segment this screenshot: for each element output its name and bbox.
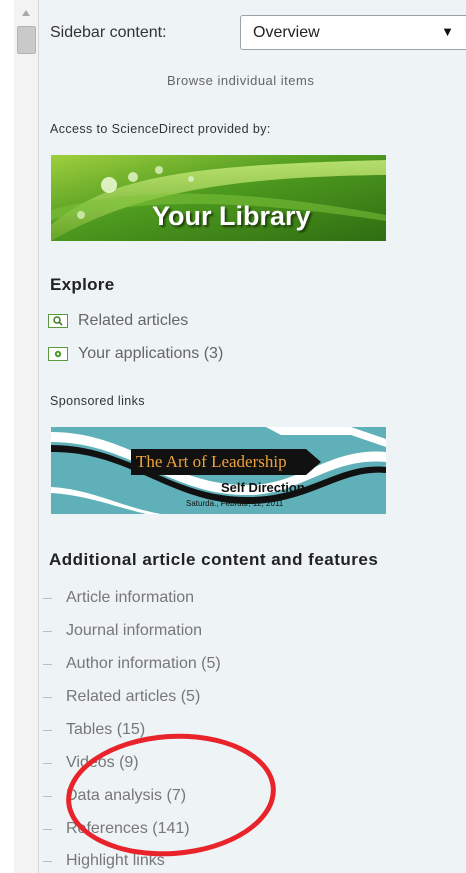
scroll-up-arrow-icon[interactable] bbox=[22, 10, 30, 16]
sidebar-content-select-value: Overview bbox=[253, 24, 320, 41]
feature-link-label: Journal information bbox=[66, 622, 203, 639]
feature-link-label: Related articles (5) bbox=[66, 688, 201, 705]
additional-content-heading: Additional article content and features bbox=[49, 550, 379, 569]
scroll-thumb[interactable] bbox=[17, 26, 36, 54]
explore-your-applications-link[interactable]: Your applications (3) bbox=[48, 345, 223, 363]
list-bullet bbox=[43, 696, 52, 698]
list-bullet bbox=[43, 630, 52, 632]
explore-heading: Explore bbox=[50, 275, 115, 294]
feature-link-tables[interactable]: Tables (15) bbox=[43, 721, 145, 739]
library-banner[interactable]: Your Library bbox=[51, 155, 386, 241]
explore-item-label: Related articles bbox=[78, 312, 189, 329]
list-bullet bbox=[43, 762, 52, 764]
feature-link-related-articles[interactable]: Related articles (5) bbox=[43, 688, 200, 706]
ad-subtitle-text: Self Direction bbox=[221, 480, 305, 495]
list-bullet bbox=[43, 860, 52, 862]
list-bullet bbox=[43, 729, 52, 731]
feature-link-label: Author information (5) bbox=[66, 655, 221, 672]
ad-date-text: Saturda., Februar, 12, 2011 bbox=[186, 499, 284, 508]
access-provided-text: Access to ScienceDirect provided by: bbox=[50, 122, 271, 136]
sidebar-panel: Sidebar content: Overview ▼ Browse indiv… bbox=[39, 0, 466, 873]
list-bullet bbox=[43, 828, 52, 830]
list-bullet bbox=[43, 795, 52, 797]
dropdown-arrow-icon: ▼ bbox=[441, 24, 454, 39]
annotation-ellipse bbox=[62, 726, 280, 864]
list-bullet bbox=[43, 597, 52, 599]
explore-item-label: Your applications (3) bbox=[78, 345, 224, 362]
explore-related-articles-link[interactable]: Related articles bbox=[48, 312, 188, 330]
feature-link-label: Tables (15) bbox=[66, 721, 146, 738]
sidebar-content-label: Sidebar content: bbox=[50, 24, 167, 41]
library-banner-text: Your Library bbox=[152, 201, 311, 231]
sponsored-links-label: Sponsored links bbox=[50, 394, 145, 408]
feature-link-article-information[interactable]: Article information bbox=[43, 589, 194, 607]
gear-icon bbox=[48, 347, 68, 361]
feature-link-author-information[interactable]: Author information (5) bbox=[43, 655, 221, 673]
search-icon bbox=[48, 314, 68, 328]
list-bullet bbox=[43, 663, 52, 665]
sponsored-ad-banner[interactable]: The Art of Leadership Self Direction Sat… bbox=[51, 427, 386, 514]
sidebar-content-select[interactable]: Overview ▼ bbox=[240, 15, 466, 50]
ad-title-text: The Art of Leadership bbox=[136, 452, 287, 471]
vertical-scrollbar[interactable] bbox=[14, 0, 39, 873]
feature-link-journal-information[interactable]: Journal information bbox=[43, 622, 202, 640]
feature-link-label: Article information bbox=[66, 589, 195, 606]
browse-items-link[interactable]: Browse individual items bbox=[167, 73, 314, 88]
